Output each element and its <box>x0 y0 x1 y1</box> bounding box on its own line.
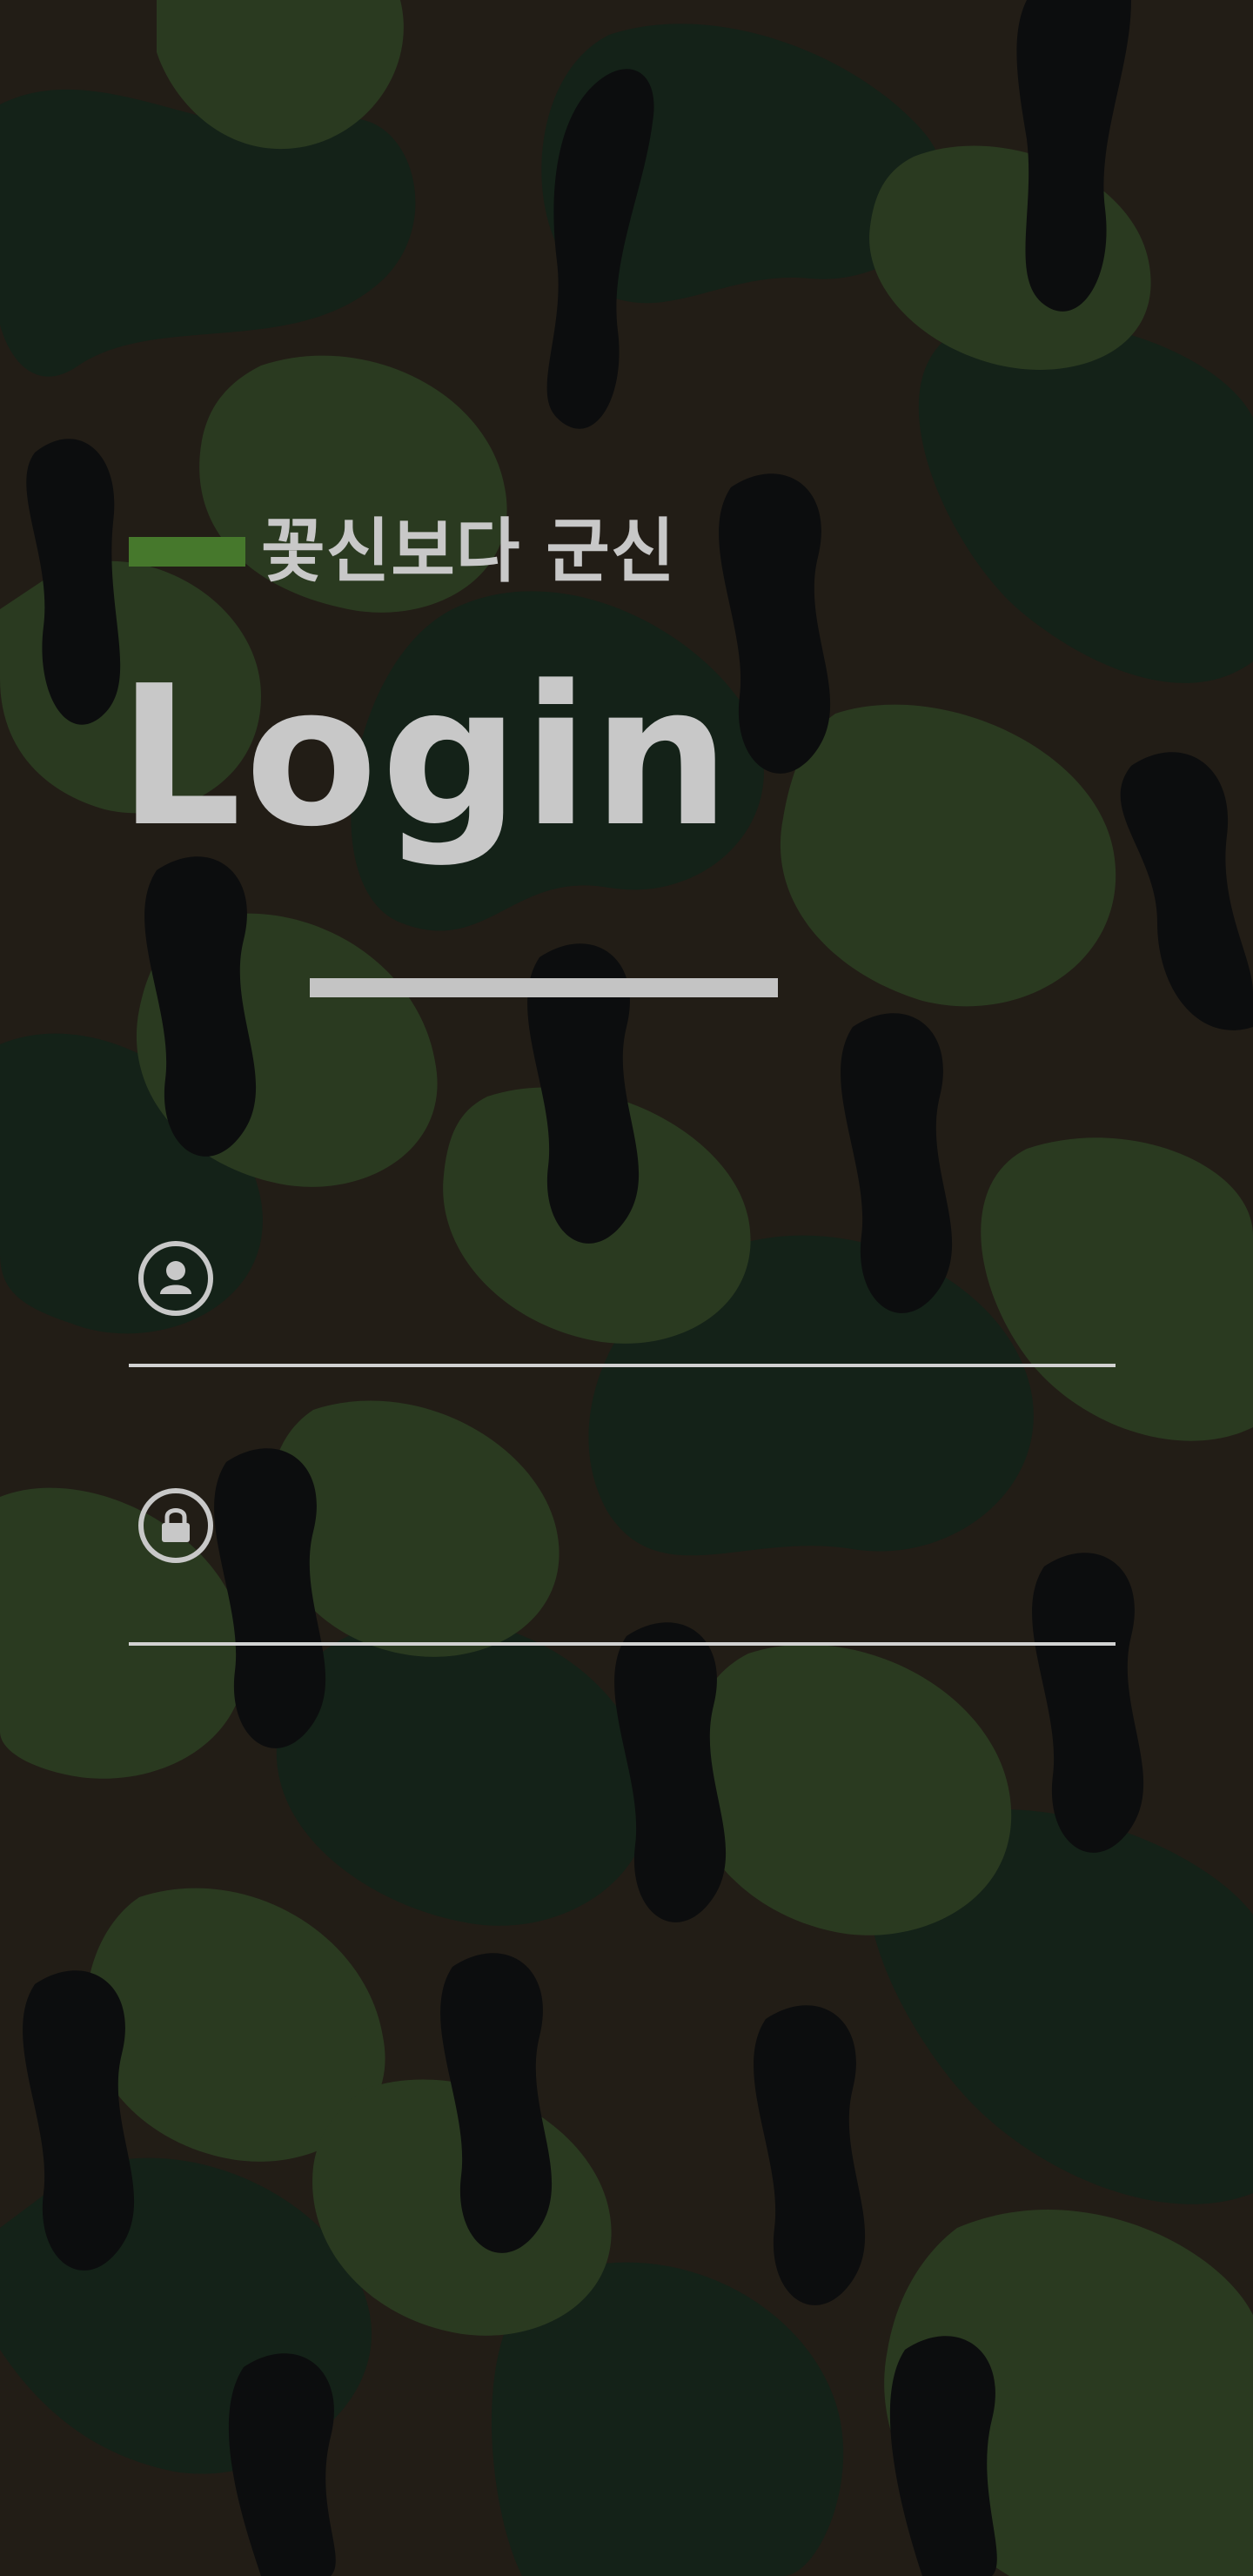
password-field[interactable] <box>129 1487 1116 1646</box>
username-field[interactable] <box>129 1240 1116 1371</box>
title-underline <box>310 978 778 997</box>
tagline: 꽃신보다 군신 <box>261 511 676 592</box>
login-screen: 꽃신보다 군신 Login <box>0 0 1253 2576</box>
username-input[interactable] <box>242 1244 1103 1313</box>
username-underline <box>129 1364 1116 1367</box>
tagline-accent-bar <box>129 537 245 567</box>
lock-circle-icon <box>138 1488 213 1563</box>
page-title: Login <box>118 645 734 869</box>
password-underline <box>129 1642 1116 1646</box>
password-input[interactable] <box>242 1491 1103 1560</box>
user-circle-icon <box>138 1241 213 1316</box>
